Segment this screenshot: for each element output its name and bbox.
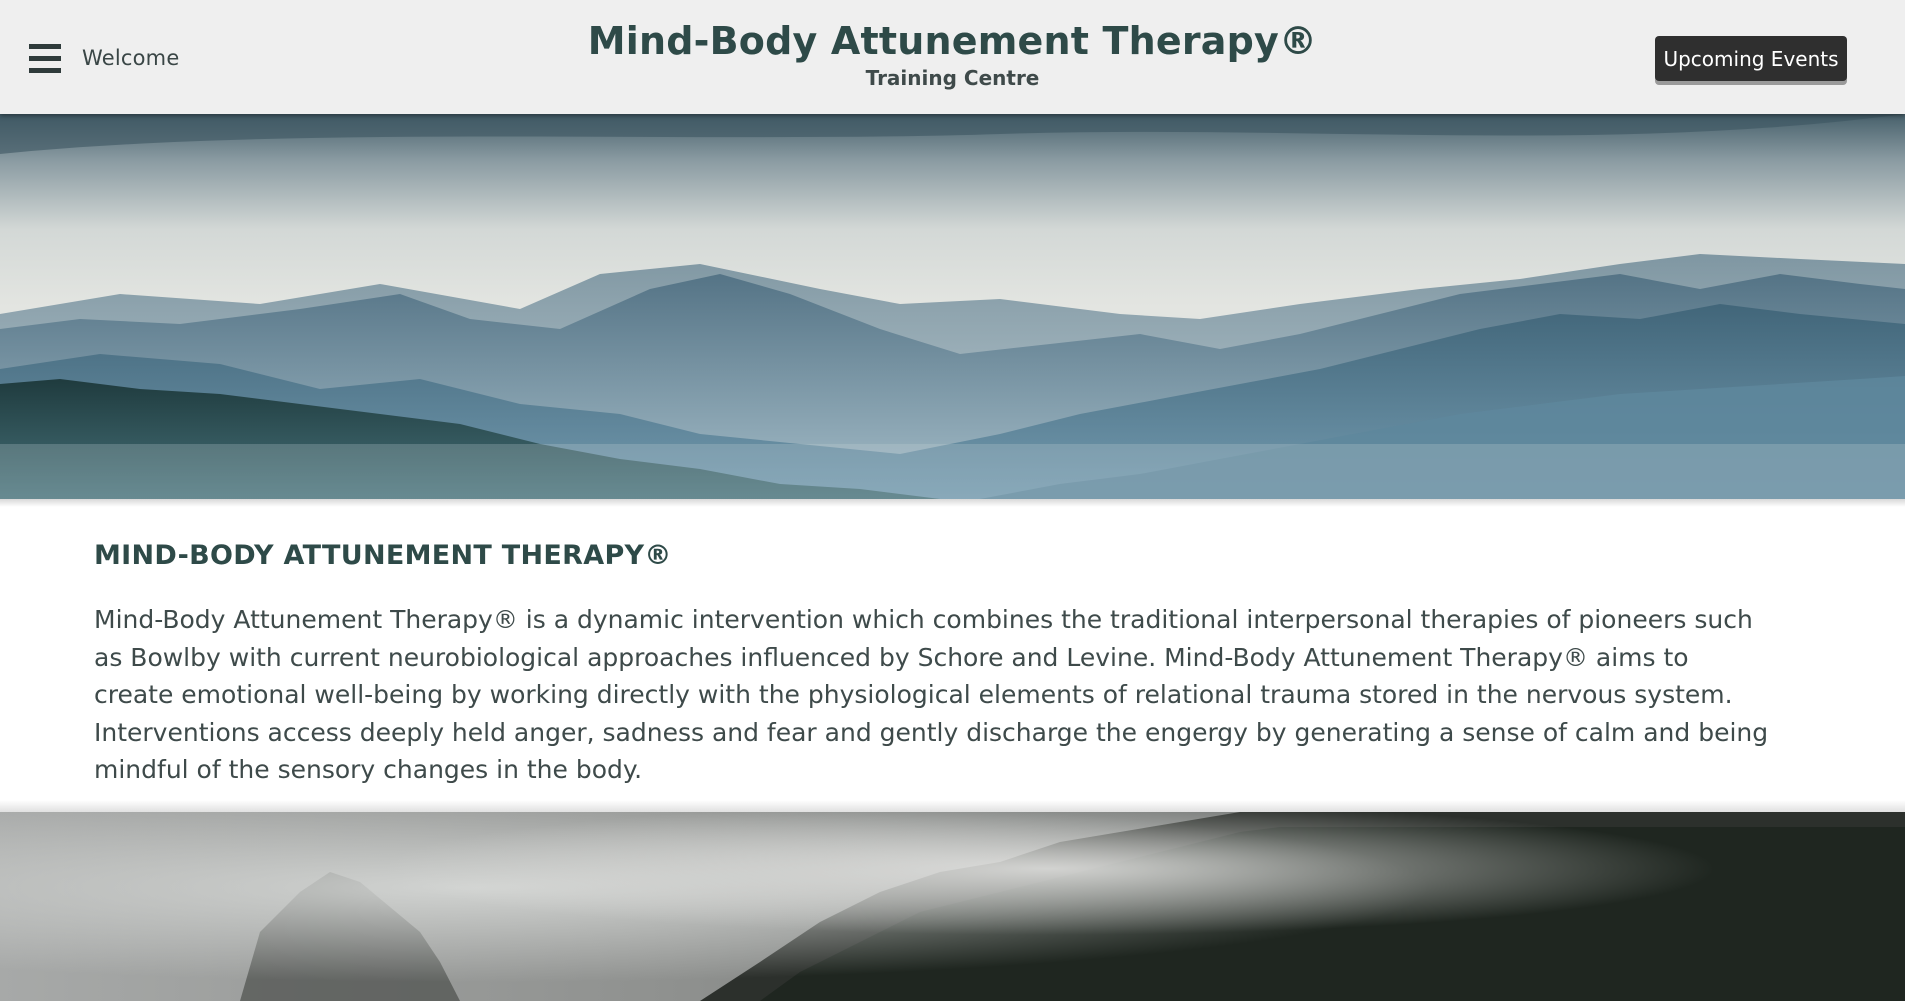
section-body-text: Mind-Body Attunement Therapy® is a dynam… xyxy=(94,605,1769,784)
site-brand: Mind-Body Attunement Therapy® Training C… xyxy=(0,18,1905,90)
site-header: Welcome Mind-Body Attunement Therapy® Tr… xyxy=(0,0,1905,114)
hero-mountain-image xyxy=(0,114,1905,499)
intro-section: MIND-BODY ATTUNEMENT THERAPY® Mind-Body … xyxy=(94,540,1794,789)
section-heading: MIND-BODY ATTUNEMENT THERAPY® xyxy=(94,540,672,571)
foggy-forest-image xyxy=(0,812,1905,1001)
site-subtitle: Training Centre xyxy=(865,66,1040,90)
misty-mountains-image xyxy=(0,114,1905,499)
upcoming-events-button[interactable]: Upcoming Events xyxy=(1655,36,1847,81)
hero-bottom-shadow xyxy=(0,499,1905,507)
section-divider-shadow xyxy=(0,800,1905,812)
site-title: Mind-Body Attunement Therapy® xyxy=(587,19,1318,63)
foggy-forest-illustration xyxy=(0,812,1905,1001)
